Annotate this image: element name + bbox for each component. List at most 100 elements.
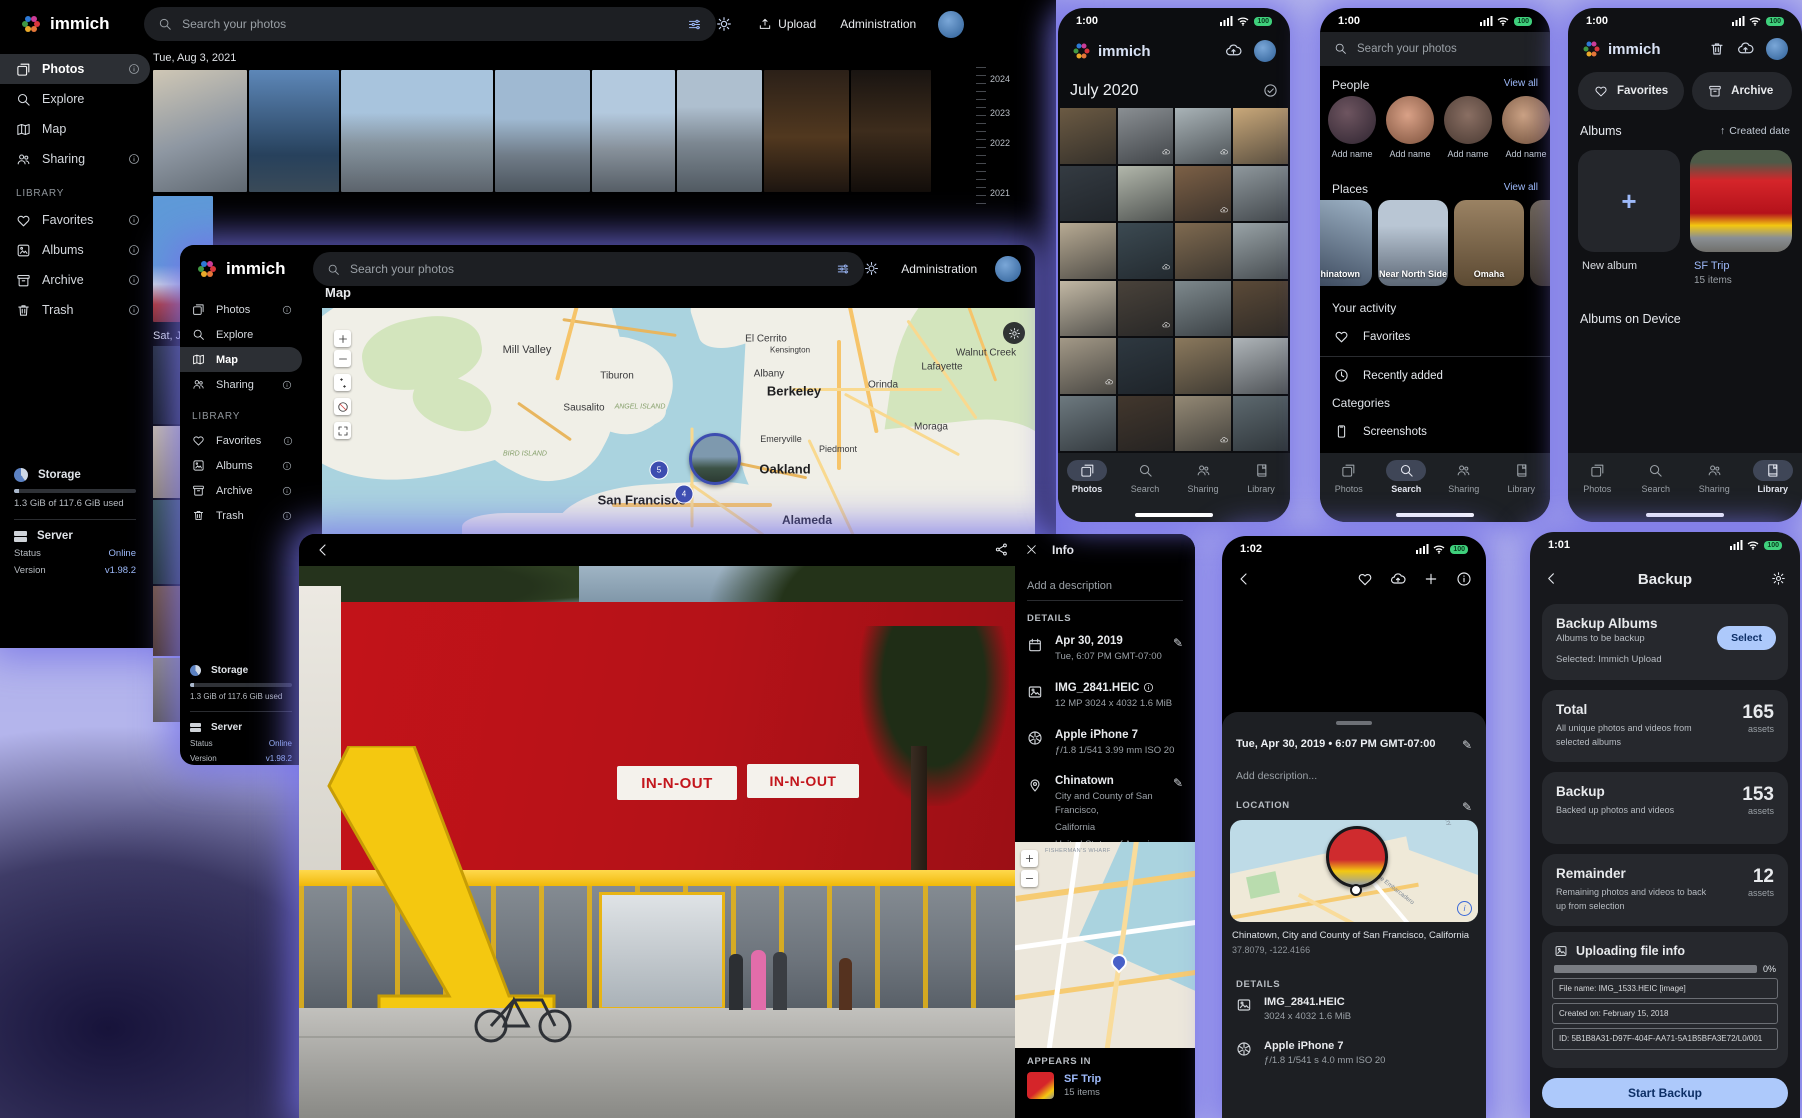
trash-icon[interactable]: [1709, 40, 1725, 58]
list-item-screenshots[interactable]: Screenshots: [1320, 413, 1550, 451]
info-icon[interactable]: [128, 214, 140, 226]
share-button[interactable]: [994, 541, 1009, 559]
back-button[interactable]: [1236, 570, 1252, 588]
avatar[interactable]: [995, 256, 1021, 282]
map-plus-button[interactable]: [334, 330, 351, 347]
back-button[interactable]: [1544, 570, 1559, 588]
add-name-link[interactable]: Add name: [1389, 149, 1430, 159]
map-zoom-out-button[interactable]: [1021, 870, 1038, 887]
info-icon[interactable]: [282, 511, 292, 521]
add-name-link[interactable]: Add name: [1447, 149, 1488, 159]
sidebar-item-explore[interactable]: Explore: [0, 84, 150, 114]
search-input[interactable]: Search your photos: [1320, 32, 1550, 66]
photo-thumbnail[interactable]: [764, 70, 849, 192]
select-button[interactable]: Select: [1717, 626, 1776, 650]
drag-handle[interactable]: [1336, 721, 1372, 725]
photo-thumbnail[interactable]: [851, 70, 931, 192]
info-icon[interactable]: [128, 304, 140, 316]
nav-photos[interactable]: Photos: [1323, 460, 1375, 494]
scrubber-year[interactable]: 2022: [990, 138, 1010, 148]
info-icon[interactable]: [282, 486, 292, 496]
place-tile[interactable]: Chinatown: [1320, 200, 1372, 286]
person-item[interactable]: Add name: [1502, 96, 1550, 159]
album-link[interactable]: SF Trip 15 items: [1027, 1072, 1101, 1099]
info-icon[interactable]: [283, 436, 293, 446]
sidebar-item-favorites[interactable]: Favorites: [0, 205, 150, 235]
scrubber-year[interactable]: 2021: [990, 188, 1010, 198]
sidebar-item-sharing[interactable]: Sharing: [0, 144, 150, 174]
photo-thumbnail[interactable]: [1175, 396, 1231, 452]
location-map[interactable]: FISHERMAN'S WHARF: [1015, 842, 1195, 1048]
list-item-favorites[interactable]: Favorites: [1320, 318, 1550, 356]
photo-thumbnail[interactable]: [1118, 396, 1174, 452]
info-icon[interactable]: [282, 380, 292, 390]
settings-gear-icon[interactable]: [1771, 570, 1786, 588]
nav-photos[interactable]: Photos: [1571, 460, 1623, 494]
theme-toggle-icon[interactable]: [716, 15, 732, 33]
sidebar-item-map[interactable]: Map: [180, 347, 302, 372]
favorites-chip[interactable]: Favorites: [1578, 72, 1684, 110]
filter-icon[interactable]: [836, 262, 850, 277]
avatar[interactable]: [1766, 38, 1788, 60]
photo-thumbnail[interactable]: [341, 70, 493, 192]
sidebar-item-photos[interactable]: Photos: [180, 297, 302, 322]
photo-thumbnail[interactable]: [153, 70, 247, 192]
nav-search[interactable]: Search: [1630, 460, 1682, 494]
nav-sharing[interactable]: Sharing: [1177, 460, 1229, 494]
info-icon[interactable]: [282, 305, 292, 315]
photo-thumbnail[interactable]: [1060, 223, 1116, 279]
nav-sharing[interactable]: Sharing: [1688, 460, 1740, 494]
sidebar-item-albums[interactable]: Albums: [0, 235, 150, 265]
nav-search[interactable]: Search: [1119, 460, 1171, 494]
scrubber-year[interactable]: 2023: [990, 108, 1010, 118]
people-view-all[interactable]: View all: [1504, 78, 1538, 92]
photo-thumbnail[interactable]: [1233, 338, 1289, 394]
add-name-link[interactable]: Add name: [1331, 149, 1372, 159]
place-tile[interactable]: Omaha: [1454, 200, 1524, 286]
nav-photos[interactable]: Photos: [1061, 460, 1113, 494]
album-tile[interactable]: [1690, 150, 1792, 252]
scrubber-year[interactable]: 2024: [990, 74, 1010, 84]
photo-thumbnail[interactable]: [677, 70, 762, 192]
immich-logo[interactable]: immich: [20, 13, 144, 35]
description-input[interactable]: Add description...: [1236, 770, 1317, 782]
upload-button[interactable]: Upload: [758, 17, 816, 32]
photo-thumbnail[interactable]: [1060, 281, 1116, 337]
sidebar-item-explore[interactable]: Explore: [180, 322, 302, 347]
sidebar-item-sharing[interactable]: Sharing: [180, 372, 302, 397]
filter-icon[interactable]: [687, 16, 702, 31]
sidebar-item-photos[interactable]: Photos: [0, 54, 150, 84]
photo-thumbnail[interactable]: [1118, 281, 1174, 337]
map-noloc-button[interactable]: [334, 398, 351, 415]
avatar[interactable]: [938, 11, 964, 38]
list-item-recently-added[interactable]: Recently added: [1320, 356, 1550, 395]
photo-thumbnail[interactable]: [1118, 223, 1174, 279]
photo-thumbnail[interactable]: [1175, 108, 1231, 164]
new-album-tile[interactable]: +: [1578, 150, 1680, 252]
person-item[interactable]: Add name: [1328, 96, 1376, 159]
sidebar-item-trash[interactable]: Trash: [0, 295, 150, 325]
map-expand-button[interactable]: [334, 422, 351, 439]
map-cluster-marker[interactable]: 4: [675, 485, 694, 504]
photo-thumbnail[interactable]: [1060, 338, 1116, 394]
sidebar-item-archive[interactable]: Archive: [180, 478, 302, 503]
place-tile[interactable]: Near North Side: [1378, 200, 1448, 286]
plus-button[interactable]: [1423, 570, 1439, 588]
sidebar-item-map[interactable]: Map: [0, 114, 150, 144]
timeline-scrubber[interactable]: 2024 2023 2022 2021: [970, 60, 1016, 210]
map-settings-gear[interactable]: [1003, 322, 1025, 344]
photo-thumbnail[interactable]: [1175, 223, 1231, 279]
cloud-sync-icon[interactable]: [1737, 40, 1754, 58]
photo-thumbnail[interactable]: [1233, 223, 1289, 279]
photo-thumbnail[interactable]: [1060, 166, 1116, 222]
info-button[interactable]: [1456, 570, 1472, 588]
photo-thumbnail[interactable]: [1118, 166, 1174, 222]
photo-thumbnail[interactable]: [1233, 396, 1289, 452]
add-name-link[interactable]: Add name: [1505, 149, 1546, 159]
map-updown-button[interactable]: [334, 374, 351, 391]
info-icon[interactable]: [128, 153, 140, 165]
archive-chip[interactable]: Archive: [1692, 72, 1792, 110]
map-photo-marker[interactable]: [689, 433, 741, 485]
photo-thumbnail[interactable]: [249, 70, 339, 192]
description-input[interactable]: Add a description: [1015, 566, 1195, 600]
